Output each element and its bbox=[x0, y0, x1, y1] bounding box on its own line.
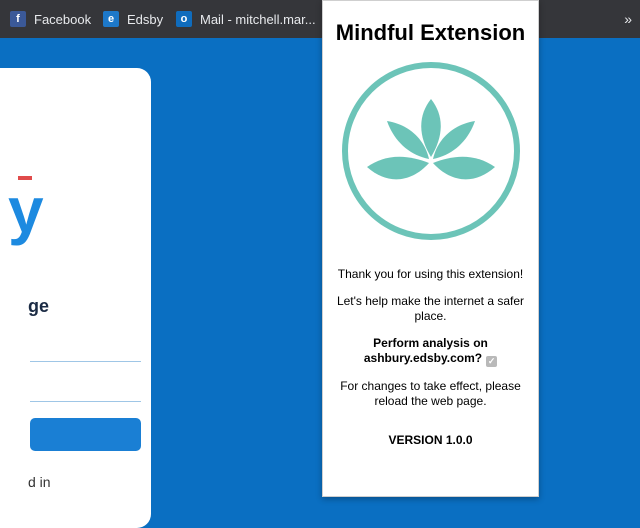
facebook-icon: f bbox=[10, 11, 26, 27]
analysis-prompt-label: Perform analysis on ashbury.edsby.com? bbox=[363, 336, 488, 365]
thanks-text: Thank you for using this extension! bbox=[337, 267, 524, 281]
edsby-logo: y bbox=[8, 174, 44, 246]
bookmarks-bar: f Facebook e Edsby o Mail - mitchell.mar… bbox=[0, 0, 640, 38]
analysis-prompt: Perform analysis on ashbury.edsby.com? ✓ bbox=[335, 336, 526, 367]
edsby-icon: e bbox=[103, 11, 119, 27]
bookmark-label: Facebook bbox=[34, 11, 92, 27]
bookmark-edsby[interactable]: e Edsby bbox=[103, 0, 163, 38]
mission-text: Let's help make the internet a safer pla… bbox=[336, 294, 525, 323]
lotus-logo-icon bbox=[341, 62, 520, 240]
popup-title: Mindful Extension bbox=[335, 20, 526, 45]
bookmark-mail[interactable]: o Mail - mitchell.mar... bbox=[176, 0, 316, 38]
password-field[interactable] bbox=[30, 401, 141, 402]
login-footer-text: d in bbox=[28, 474, 51, 490]
login-card bbox=[0, 68, 151, 528]
bookmark-label: Mail - mitchell.mar... bbox=[200, 11, 316, 27]
version-label: VERSION 1.0.0 bbox=[388, 433, 473, 447]
analysis-checkbox[interactable]: ✓ bbox=[486, 356, 498, 367]
username-field[interactable] bbox=[30, 361, 141, 362]
bookmark-facebook[interactable]: f Facebook bbox=[10, 0, 91, 38]
outlook-icon: o bbox=[176, 11, 192, 27]
bookmark-label: Edsby bbox=[127, 11, 164, 27]
extension-popup: Mindful Extension Thank you for using th… bbox=[322, 0, 539, 497]
login-heading: ge bbox=[28, 296, 50, 316]
reload-note: For changes to take effect, please reloa… bbox=[340, 379, 521, 408]
login-button[interactable] bbox=[30, 418, 141, 451]
bookmarks-overflow-button[interactable]: » bbox=[624, 0, 632, 38]
